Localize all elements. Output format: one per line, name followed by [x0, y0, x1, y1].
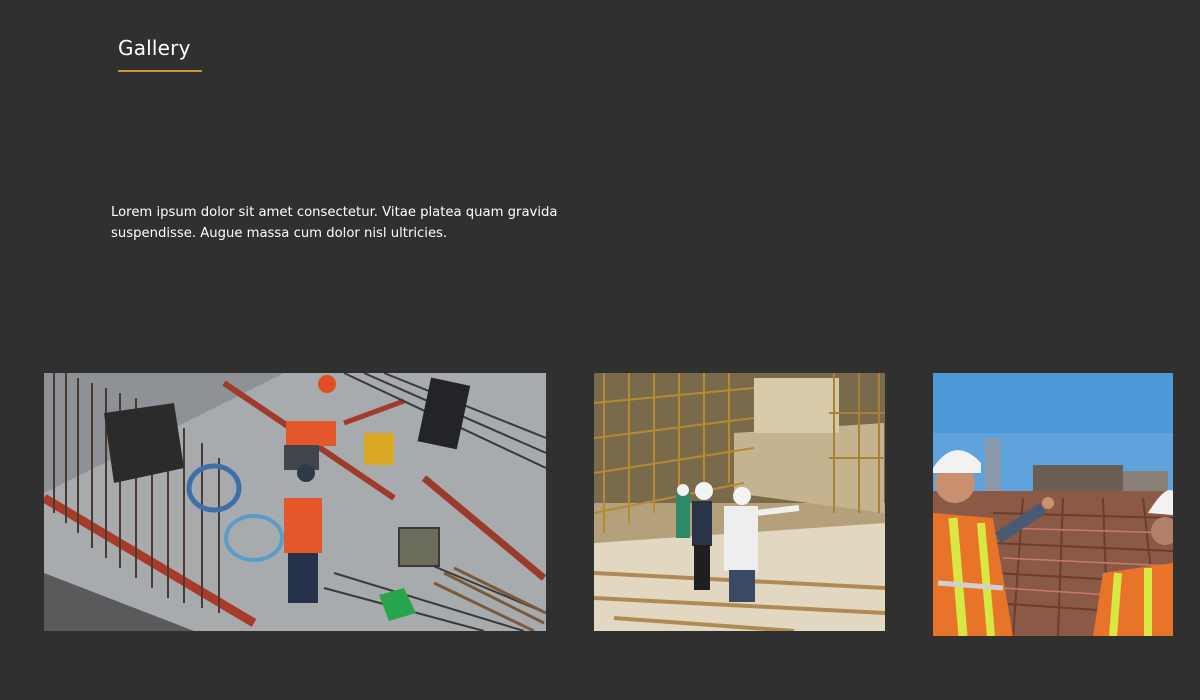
construction-site-rebar-workers-photo[interactable]	[44, 373, 546, 631]
gallery-section: Gallery Lorem ipsum dolor sit amet conse…	[0, 0, 1200, 700]
photo-engineers-illustration	[933, 373, 1173, 636]
construction-engineers-site-view-photo[interactable]	[933, 373, 1173, 636]
photo-rebar-illustration	[44, 373, 546, 631]
title-underline	[118, 70, 202, 72]
construction-site-scaffolding-photo[interactable]	[594, 373, 885, 631]
section-title: Gallery	[118, 36, 191, 60]
gallery-intro-text: Lorem ipsum dolor sit amet consectetur. …	[111, 205, 558, 241]
photo-scaffolding-illustration	[594, 373, 885, 631]
